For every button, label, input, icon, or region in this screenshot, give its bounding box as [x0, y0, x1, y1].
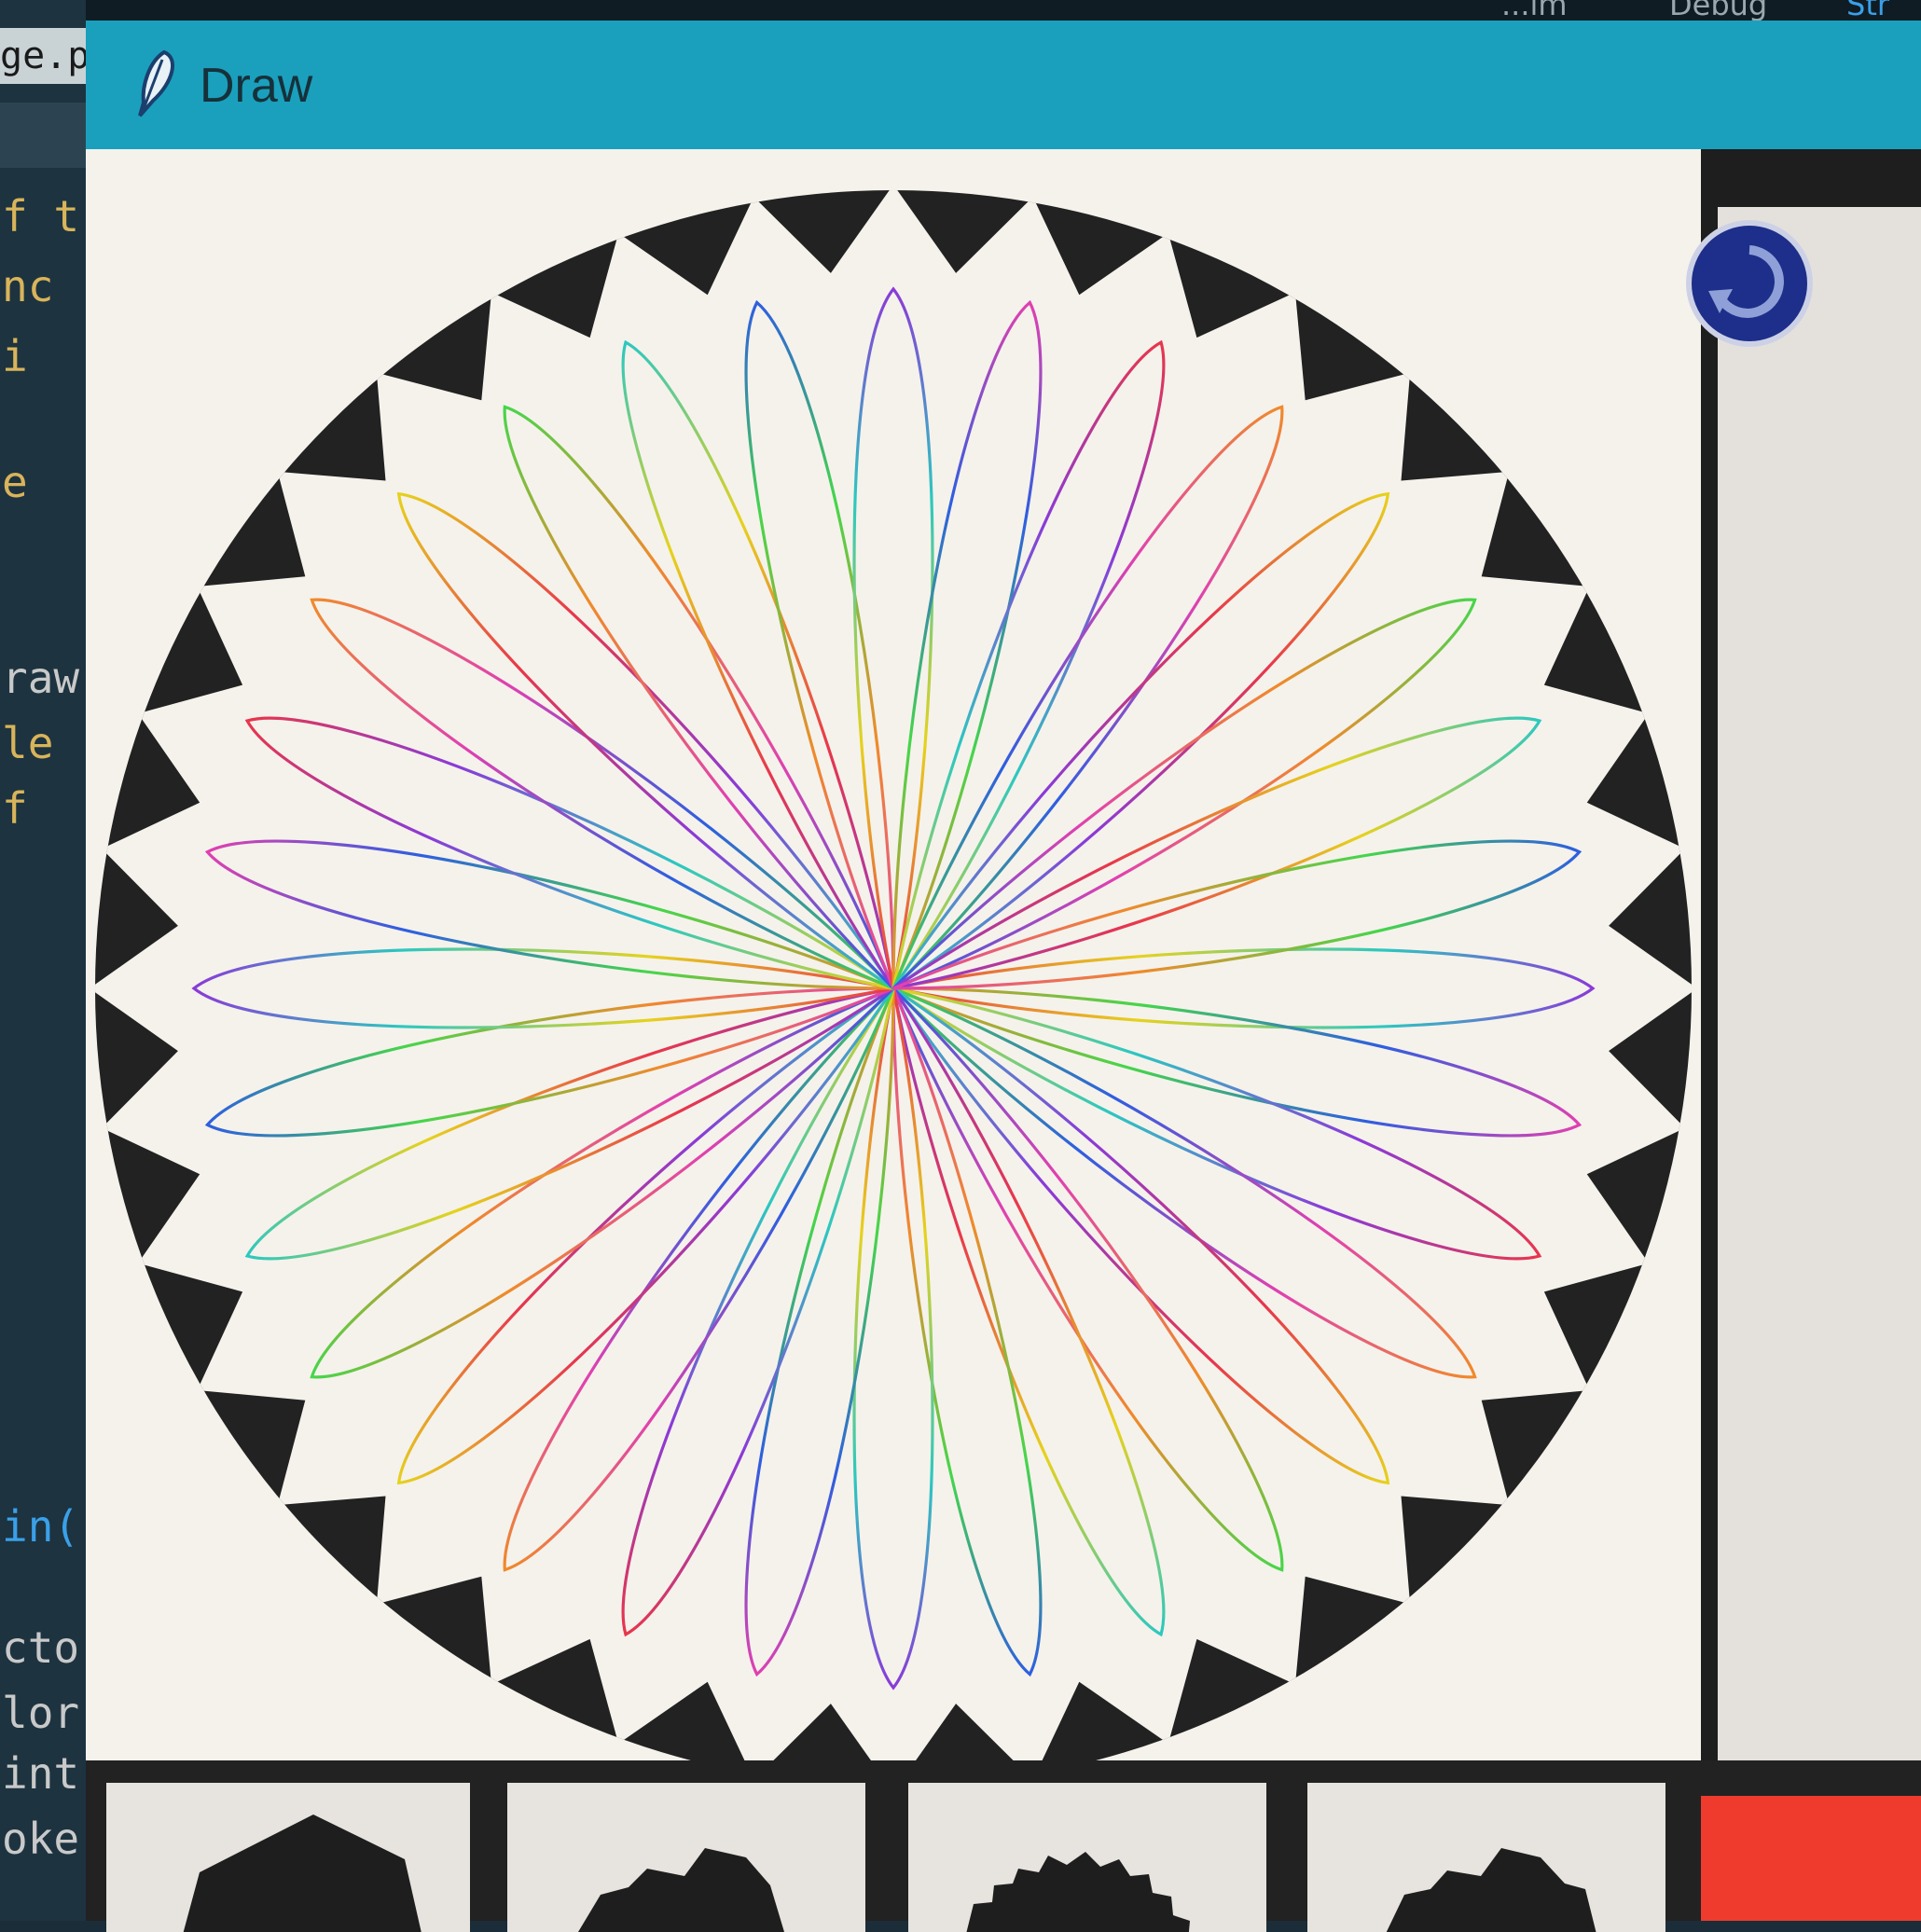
code-line: lor — [2, 1688, 80, 1738]
thumbnail-notched-2[interactable] — [1307, 1783, 1665, 1932]
thumbnail-strip — [86, 1760, 1921, 1932]
hexagon-icon — [183, 1815, 422, 1932]
refresh-icon — [1708, 245, 1784, 318]
code-line: int — [2, 1748, 80, 1799]
code-line: le — [2, 718, 54, 768]
code-line: nc — [2, 261, 54, 311]
starburst-icon — [966, 1852, 1190, 1932]
feather-icon — [138, 49, 174, 117]
code-line: i — [2, 331, 28, 381]
notched-shape-icon — [578, 1848, 784, 1932]
code-line: cto — [2, 1622, 80, 1673]
refresh-button[interactable] — [1686, 220, 1813, 347]
spirograph-drawing — [95, 190, 1692, 1760]
draw-window: Draw — [86, 21, 1921, 1932]
code-line: raw — [2, 653, 80, 703]
editor-tabbar — [0, 103, 86, 168]
window-title: Draw — [200, 59, 313, 113]
window-titlebar[interactable]: Draw — [86, 21, 1921, 149]
thumbnail-hexagon[interactable] — [106, 1783, 470, 1932]
menu-item[interactable]: Debug — [1669, 0, 1767, 22]
notched-shape-icon — [1386, 1848, 1596, 1932]
side-panel-body — [1718, 207, 1921, 1772]
code-editor: ge.py f t nc i e raw le f in( cto lor int oke — [0, 0, 86, 1921]
code-line: f t — [2, 191, 80, 242]
thumbnail-notched[interactable] — [507, 1783, 865, 1932]
current-color-swatch[interactable] — [1701, 1796, 1921, 1921]
code-line: in( — [2, 1501, 80, 1552]
code-line: e — [2, 457, 28, 507]
code-line: oke — [2, 1814, 80, 1864]
thumbnail-starburst[interactable] — [908, 1783, 1266, 1932]
menu-item[interactable]: Str — [1846, 0, 1889, 22]
side-panel — [1701, 149, 1921, 1772]
code-line: f — [2, 783, 28, 834]
menu-item[interactable]: ...lm — [1501, 0, 1568, 22]
drawing-canvas[interactable] — [86, 149, 1701, 1760]
editor-file-tab[interactable]: ge.py — [0, 28, 86, 84]
